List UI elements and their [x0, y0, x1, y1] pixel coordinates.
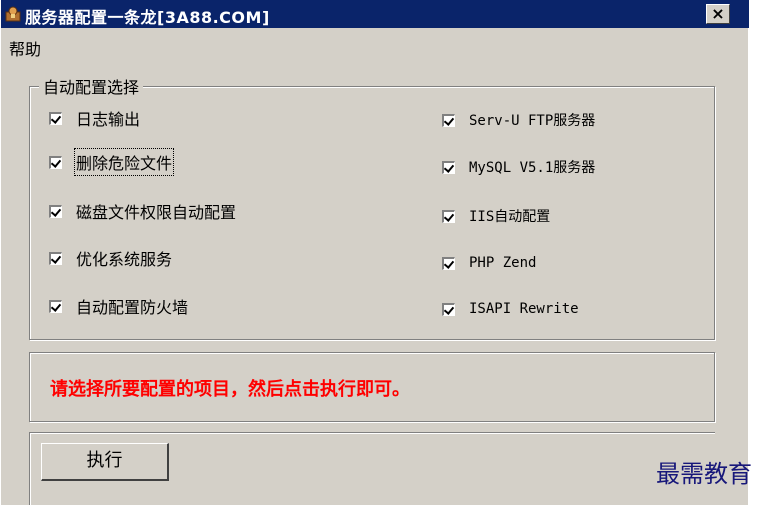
option-label: 日志输出: [76, 110, 141, 129]
option-label: 优化系统服务: [76, 250, 173, 269]
option-label: 删除危险文件: [73, 148, 175, 176]
option-iis-config[interactable]: IIS自动配置: [442, 204, 550, 228]
checkbox-checked[interactable]: [49, 204, 62, 218]
option-mysql[interactable]: MySQL V5.1服务器: [442, 155, 595, 179]
checkbox-checked[interactable]: [442, 113, 455, 127]
option-label: PHP Zend: [469, 255, 537, 271]
checkbox-checked[interactable]: [49, 111, 62, 125]
option-disk-permission-config[interactable]: 磁盘文件权限自动配置: [49, 199, 236, 223]
menu-help[interactable]: 帮助: [9, 36, 41, 60]
option-label: MySQL V5.1服务器: [469, 160, 596, 176]
title-bar[interactable]: 服务器配置一条龙[3A88.COM] ×: [1, 0, 749, 28]
option-php-zend[interactable]: PHP Zend: [442, 251, 536, 275]
option-firewall-config[interactable]: 自动配置防火墙: [49, 294, 188, 318]
menu-bar: 帮助: [1, 28, 749, 60]
option-label: IIS自动配置: [469, 209, 551, 225]
config-window: 服务器配置一条龙[3A88.COM] × 帮助 自动配置选择 日志输出 删除危险…: [0, 0, 749, 505]
checkbox-checked[interactable]: [442, 209, 455, 223]
checkbox-checked[interactable]: [442, 256, 455, 270]
app-icon: [5, 6, 21, 22]
window-title: 服务器配置一条龙[3A88.COM]: [25, 8, 270, 27]
watermark-text: 最需教育: [656, 460, 752, 488]
option-delete-dangerous-files[interactable]: 删除危险文件: [49, 148, 175, 176]
option-optimize-services[interactable]: 优化系统服务: [49, 246, 172, 270]
option-log-output[interactable]: 日志输出: [49, 106, 140, 130]
close-icon: ×: [711, 4, 725, 23]
auto-config-group-label: 自动配置选择: [39, 74, 144, 98]
checkbox-checked[interactable]: [49, 299, 62, 313]
execute-button[interactable]: 执行: [41, 443, 169, 481]
option-label: 磁盘文件权限自动配置: [76, 203, 237, 222]
checkbox-checked[interactable]: [49, 155, 62, 169]
option-isapi-rewrite[interactable]: ISAPI Rewrite: [442, 297, 579, 321]
option-label: Serv-U FTP服务器: [469, 113, 596, 129]
checkbox-checked[interactable]: [49, 251, 62, 265]
option-label: 自动配置防火墙: [76, 298, 189, 317]
option-servu-ftp[interactable]: Serv-U FTP服务器: [442, 108, 595, 132]
checkbox-checked[interactable]: [442, 160, 455, 174]
instruction-message: 请选择所要配置的项目，然后点击执行即可。: [50, 379, 410, 400]
close-button[interactable]: ×: [706, 4, 730, 24]
checkbox-checked[interactable]: [442, 302, 455, 316]
option-label: ISAPI Rewrite: [469, 301, 579, 317]
